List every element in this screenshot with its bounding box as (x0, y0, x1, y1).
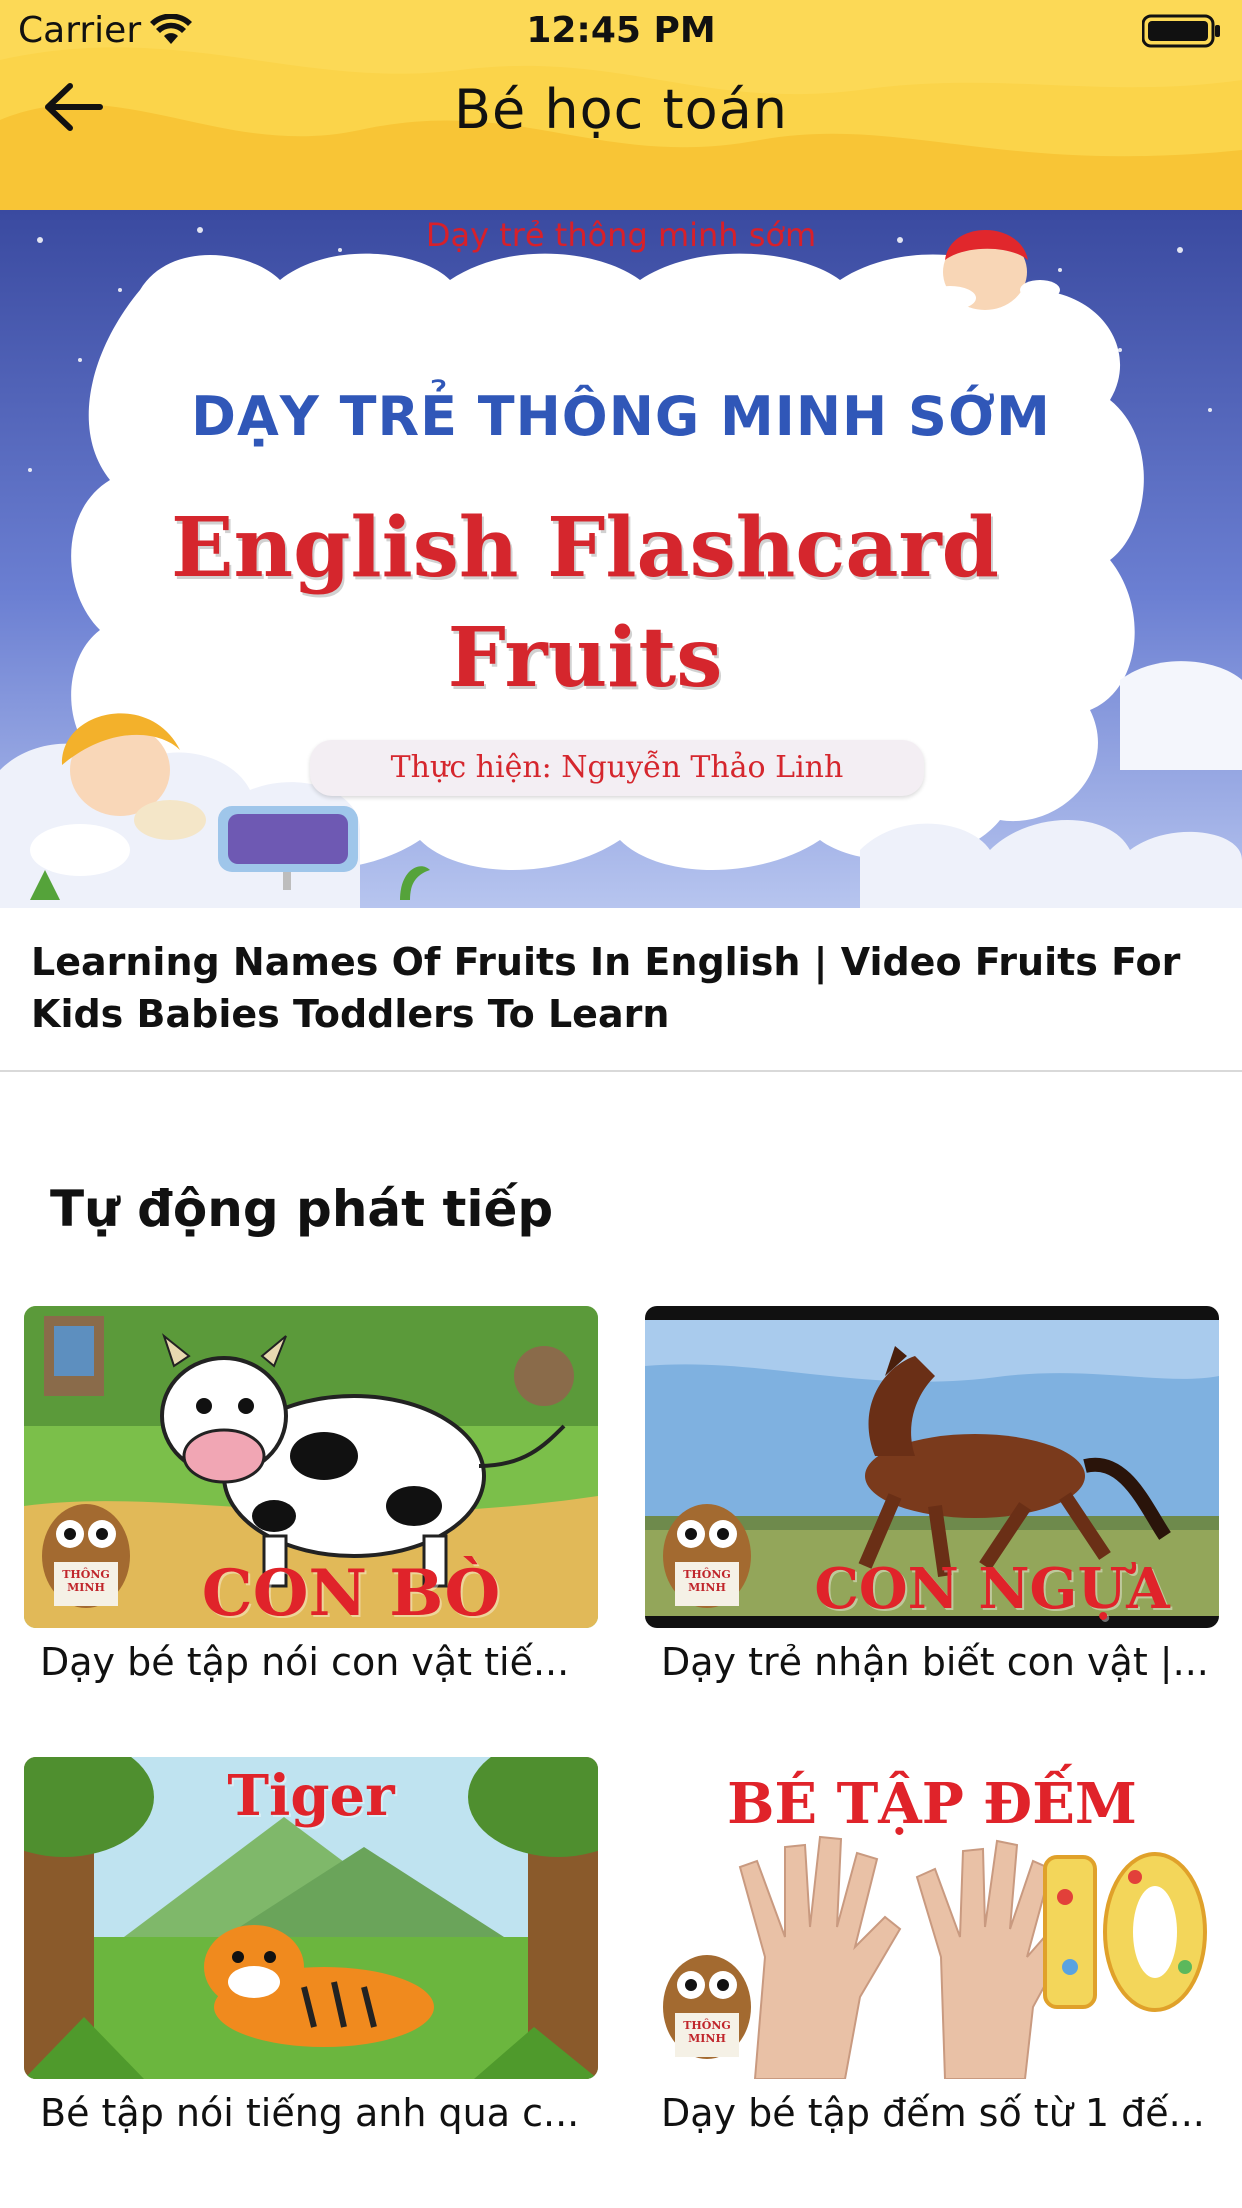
thumbnail-number: 10 (1045, 1897, 1195, 1898)
thumbnail-caption: CON NGỰA (814, 1556, 1170, 1622)
section-divider (0, 1070, 1242, 1072)
slide-heading: DẠY TRẺ THÔNG MINH SỚM (191, 385, 1051, 448)
video-player[interactable]: Dạy trẻ thông minh sớm DẠY TRẺ THÔNG MIN… (0, 210, 1242, 908)
status-time: 12:45 PM (526, 10, 716, 51)
navigation-header: Carrier 12:45 PM Bé học toán (0, 0, 1242, 210)
page-title: Bé học toán (453, 78, 789, 141)
video-thumbnail: CON BÒ THÔNG MINH (24, 1306, 598, 1628)
video-card-title: Dạy bé tập nói con vật tiế... (40, 1640, 570, 1684)
video-title: Learning Names Of Fruits In English | Vi… (31, 940, 1181, 1036)
video-card-tiger[interactable]: Tiger Bé tập nói tiếng anh qua c... (24, 1757, 598, 2135)
video-thumbnail: Tiger (24, 1757, 598, 2079)
owl-badge-label: THÔNG MINH (683, 2019, 731, 2045)
owl-badge-label: THÔNG MINH (62, 1568, 110, 1594)
video-card-horse[interactable]: CON NGỰA THÔNG MINH Dạy trẻ nhận biết co… (645, 1306, 1219, 1684)
video-card-cow[interactable]: CON BÒ THÔNG MINH Dạy bé tập nói con vật… (24, 1306, 598, 1684)
thumbnail-caption: CON BÒ (201, 1556, 501, 1628)
thumbnail-caption: BÉ TẬP ĐẾM (727, 1771, 1137, 1837)
channel-watermark: Dạy trẻ thông minh sớm (425, 216, 817, 254)
status-bar: Carrier 12:45 PM (0, 0, 1242, 62)
thumbnail-caption: Tiger (227, 1763, 395, 1829)
video-card-title: Dạy bé tập đếm số từ 1 đế... (661, 2091, 1205, 2135)
owl-badge-label: THÔNG MINH (683, 1568, 731, 1594)
slide-credit: Thực hiện: Nguyễn Thảo Linh (310, 740, 924, 796)
autoplay-heading: Tự động phát tiếp (50, 1180, 554, 1238)
video-thumbnail: CON NGỰA THÔNG MINH (645, 1306, 1219, 1628)
video-card-counting[interactable]: BÉ TẬP ĐẾM 10 THÔNG MINH Dạy bé tập đếm … (645, 1757, 1219, 2135)
slide-title-line-2: Fruits (447, 610, 723, 706)
slide-title-line-1: English Flashcard (171, 500, 999, 596)
video-thumbnail: BÉ TẬP ĐẾM 10 THÔNG MINH (645, 1757, 1219, 2079)
video-card-title: Bé tập nói tiếng anh qua c... (40, 2091, 580, 2135)
battery-icon (1141, 14, 1222, 52)
video-card-title: Dạy trẻ nhận biết con vật |... (661, 1640, 1209, 1684)
